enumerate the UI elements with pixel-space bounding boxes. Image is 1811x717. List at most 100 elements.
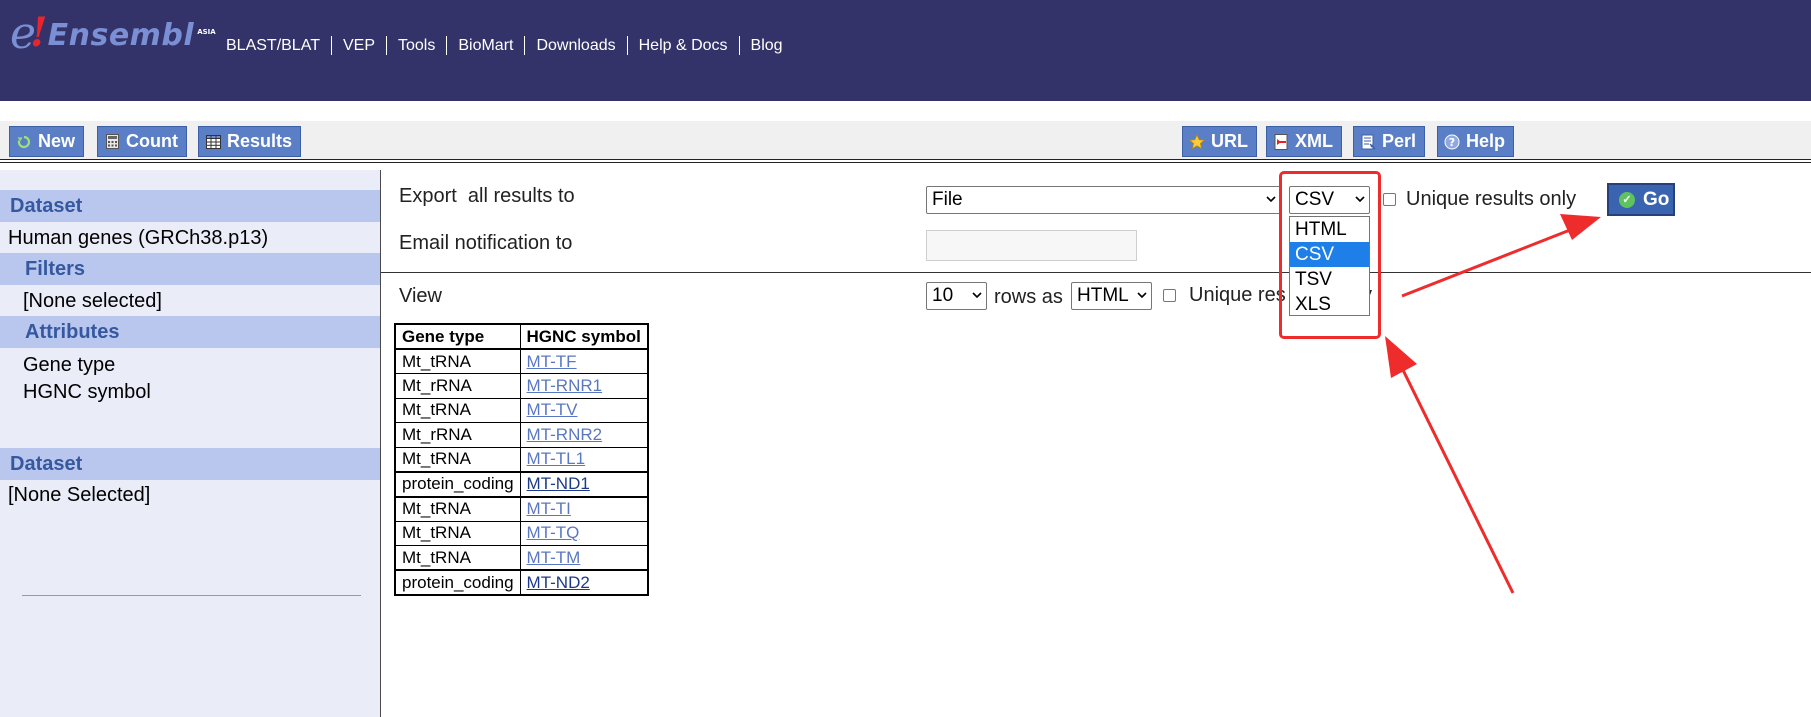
gene-type-cell: Mt_rRNA xyxy=(394,373,521,399)
go-button[interactable]: ✓ Go xyxy=(1607,183,1675,216)
hgnc-symbol-link[interactable]: MT-TV xyxy=(519,397,649,424)
gene-type-cell: Mt_tRNA xyxy=(394,446,521,473)
xml-button-label: XML xyxy=(1295,131,1333,151)
view-format-select[interactable]: HTML xyxy=(1071,282,1152,310)
script-icon xyxy=(1360,134,1376,150)
hgnc-symbol-link[interactable]: MT-TI xyxy=(519,495,649,522)
nav-downloads[interactable]: Downloads xyxy=(524,36,626,55)
gene-type-cell: Mt_tRNA xyxy=(394,397,521,424)
star-icon xyxy=(1189,133,1205,150)
hgnc-symbol-link[interactable]: MT-TF xyxy=(519,348,649,375)
nav-tools[interactable]: Tools xyxy=(385,36,446,55)
hgnc-symbol-link[interactable]: MT-ND2 xyxy=(519,569,649,596)
sidebar-attribute-item[interactable]: Gene type xyxy=(23,354,115,377)
perl-button-label: Perl xyxy=(1382,131,1417,151)
hgnc-symbol-link[interactable]: MT-RNR1 xyxy=(519,373,649,399)
perl-button[interactable]: Perl xyxy=(1353,126,1426,157)
table-icon xyxy=(205,134,221,150)
gene-type-cell: Mt_tRNA xyxy=(394,545,521,571)
url-button-label: URL xyxy=(1211,131,1248,151)
gene-type-cell: Mt_rRNA xyxy=(394,422,521,448)
table-row: protein_coding MT-ND1 xyxy=(394,470,649,498)
view-label: View xyxy=(399,285,442,307)
rows-as-label: rows as xyxy=(994,286,1063,308)
nav-blast[interactable]: BLAST/BLAT xyxy=(215,36,331,55)
hgnc-symbol-link[interactable]: MT-RNR2 xyxy=(519,422,649,448)
chevron-down-icon xyxy=(1137,292,1147,299)
nav-help-docs[interactable]: Help & Docs xyxy=(626,36,739,55)
nav-vep[interactable]: VEP xyxy=(330,36,386,55)
results-button[interactable]: Results xyxy=(198,126,302,157)
help-button[interactable]: ? Help xyxy=(1437,126,1515,157)
export-unique-label[interactable]: Unique results only xyxy=(1406,188,1576,211)
view-format-value: HTML xyxy=(1077,285,1129,306)
gene-type-cell: Mt_tRNA xyxy=(394,520,521,547)
count-button-label: Count xyxy=(126,131,178,151)
arrow-to-go xyxy=(1401,214,1601,298)
table-row: Mt_tRNA MT-TV xyxy=(394,397,649,424)
export-unique-checkbox[interactable] xyxy=(1383,193,1396,206)
sidebar-divider xyxy=(22,595,361,596)
table-row: Mt_tRNA MT-TL1 xyxy=(394,446,649,473)
column-header-hgnc-symbol: HGNC symbol xyxy=(519,323,649,350)
check-circle-icon: ✓ xyxy=(1619,191,1635,208)
hgnc-symbol-link[interactable]: MT-TQ xyxy=(519,520,649,547)
export-label: Export all results to xyxy=(399,185,575,207)
xml-icon xyxy=(1273,133,1289,150)
nav-blog[interactable]: Blog xyxy=(738,36,794,55)
export-destination-select[interactable]: File xyxy=(926,186,1281,214)
gene-type-cell: protein_coding xyxy=(394,569,521,596)
rows-count-select[interactable]: 10 xyxy=(926,282,987,310)
hgnc-symbol-link[interactable]: MT-TL1 xyxy=(519,446,649,473)
refresh-icon xyxy=(16,134,32,150)
sidebar-filters-value[interactable]: [None selected] xyxy=(23,290,162,313)
sidebar-attribute-item[interactable]: HGNC symbol xyxy=(23,381,151,404)
email-field[interactable] xyxy=(926,230,1137,261)
logo-bang: ! xyxy=(30,9,48,56)
url-button[interactable]: URL xyxy=(1182,126,1257,157)
masthead: e ! Ensembl ASIA BLAST/BLAT VEP Tools Bi… xyxy=(0,0,1811,101)
top-nav: BLAST/BLAT VEP Tools BioMart Downloads H… xyxy=(215,36,794,55)
table-header-row: Gene type HGNC symbol xyxy=(394,323,649,350)
table-row: protein_coding MT-ND2 xyxy=(394,569,649,596)
sidebar-attributes-heading[interactable]: Attributes xyxy=(0,316,380,348)
logo-word: Ensembl xyxy=(47,18,195,53)
toolbar-divider xyxy=(0,162,1811,163)
hgnc-symbol-link[interactable]: MT-ND1 xyxy=(519,470,649,498)
count-button[interactable]: Count xyxy=(97,126,187,157)
new-button[interactable]: New xyxy=(9,126,85,157)
sidebar-dataset-value[interactable]: Human genes (GRCh38.p13) xyxy=(8,227,268,250)
new-button-label: New xyxy=(38,131,76,151)
calculator-icon xyxy=(104,134,120,150)
table-row: Mt_tRNA MT-TQ xyxy=(394,520,649,547)
help-button-label: Help xyxy=(1466,131,1506,151)
email-label: Email notification to xyxy=(399,232,573,254)
gene-type-cell: Mt_tRNA xyxy=(394,495,521,522)
xml-button[interactable]: XML xyxy=(1266,126,1342,157)
results-button-label: Results xyxy=(227,131,293,151)
table-row: Mt_rRNA MT-RNR1 xyxy=(394,373,649,399)
highlight-box xyxy=(1279,171,1381,339)
ensembl-logo[interactable]: e ! Ensembl ASIA xyxy=(10,9,216,58)
export-destination-value: File xyxy=(932,189,963,210)
nav-biomart[interactable]: BioMart xyxy=(446,36,524,55)
chevron-down-icon xyxy=(972,292,982,299)
logo-badge: ASIA xyxy=(197,28,216,36)
sidebar-filters-heading[interactable]: Filters xyxy=(0,253,380,285)
arrow-to-format xyxy=(1385,336,1515,594)
help-icon: ? xyxy=(1444,134,1460,150)
gene-type-cell: Mt_tRNA xyxy=(394,348,521,375)
view-unique-checkbox[interactable] xyxy=(1163,289,1176,302)
gene-type-cell: protein_coding xyxy=(394,470,521,498)
table-row: Mt_tRNA MT-TF xyxy=(394,348,649,375)
table-row: Mt_rRNA MT-RNR2 xyxy=(394,422,649,448)
svg-text:?: ? xyxy=(1449,136,1455,149)
sidebar-dataset2-heading[interactable]: Dataset xyxy=(0,448,380,480)
sidebar-dataset-heading[interactable]: Dataset xyxy=(0,190,380,222)
sidebar-dataset2-value[interactable]: [None Selected] xyxy=(8,484,150,507)
table-row: Mt_tRNA MT-TI xyxy=(394,495,649,522)
view-unique-label[interactable]: Unique res xyxy=(1189,284,1286,307)
hgnc-symbol-link[interactable]: MT-TM xyxy=(519,545,649,571)
section-divider xyxy=(381,272,1811,273)
chevron-down-icon xyxy=(1266,196,1276,203)
